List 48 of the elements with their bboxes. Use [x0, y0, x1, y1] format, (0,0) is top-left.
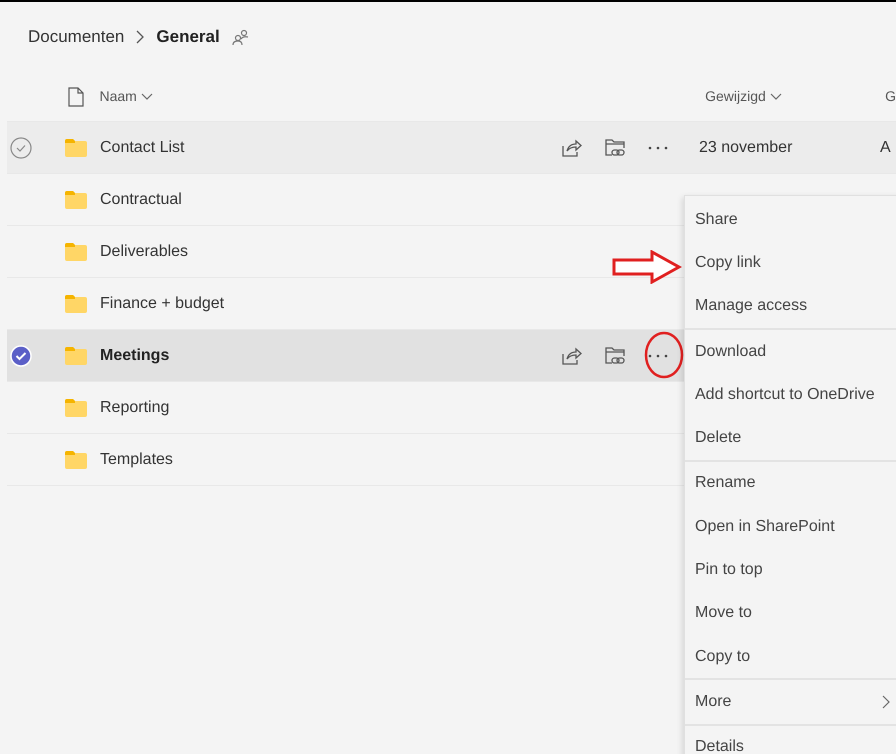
- folder-name[interactable]: Templates: [100, 450, 173, 468]
- more-icon[interactable]: [648, 146, 668, 150]
- folder-icon: [64, 294, 88, 314]
- table-cell-text: A: [880, 138, 891, 158]
- modified-column-header[interactable]: Gewijzigd: [705, 86, 886, 107]
- name-column-header[interactable]: Naam: [99, 86, 706, 107]
- folder-name[interactable]: Reporting: [100, 398, 170, 416]
- folder-icon: [64, 398, 88, 418]
- menu-item[interactable]: Add shortcut to OneDrive: [685, 373, 896, 416]
- menu-item[interactable]: Details: [685, 726, 896, 754]
- folder-icon: [64, 450, 88, 470]
- menu-item[interactable]: Delete: [685, 416, 896, 460]
- modified-date: 23 november: [699, 138, 792, 156]
- checkmark-circle-icon[interactable]: [10, 136, 32, 158]
- chevron-down-icon: [140, 92, 153, 100]
- menu-item[interactable]: Copy link: [685, 241, 896, 285]
- folder-name[interactable]: Contact List: [100, 138, 184, 156]
- menu-item[interactable]: Move to: [685, 592, 896, 635]
- menu-item[interactable]: Copy to: [685, 634, 896, 678]
- menu-item[interactable]: Rename: [685, 462, 896, 506]
- menu-item[interactable]: Manage access: [685, 284, 896, 328]
- folder-icon: [64, 242, 88, 262]
- breadcrumb-link[interactable]: Documenten: [28, 24, 124, 50]
- folder-link-icon[interactable]: [604, 346, 626, 366]
- people-icon: [232, 28, 250, 46]
- menu-item[interactable]: Pin to top: [685, 548, 896, 592]
- folder-icon: [64, 190, 88, 210]
- folder-link-icon[interactable]: [604, 138, 626, 158]
- folder-icon: [64, 346, 88, 366]
- chevron-down-icon: [770, 92, 782, 100]
- menu-item[interactable]: Download: [685, 330, 896, 374]
- folder-name[interactable]: Deliverables: [100, 242, 188, 260]
- menu-item[interactable]: More: [685, 680, 896, 724]
- menu-item[interactable]: Open in SharePoint: [685, 505, 896, 548]
- circle-annotation: [643, 331, 685, 379]
- column-header[interactable]: G: [885, 86, 896, 107]
- breadcrumb-current: General: [156, 26, 220, 48]
- folder-name[interactable]: Finance + budget: [100, 294, 224, 312]
- menu-item[interactable]: Share: [685, 198, 896, 242]
- share-icon[interactable]: [560, 346, 582, 366]
- folder-name[interactable]: Contractual: [100, 190, 182, 208]
- more-icon[interactable]: [648, 354, 668, 358]
- chevron-right-icon: [882, 694, 890, 709]
- file-icon: [68, 86, 84, 106]
- chevron-right-icon: [136, 30, 144, 44]
- folder-icon: [64, 138, 88, 158]
- share-icon[interactable]: [560, 138, 582, 158]
- folder-name[interactable]: Meetings: [100, 346, 170, 364]
